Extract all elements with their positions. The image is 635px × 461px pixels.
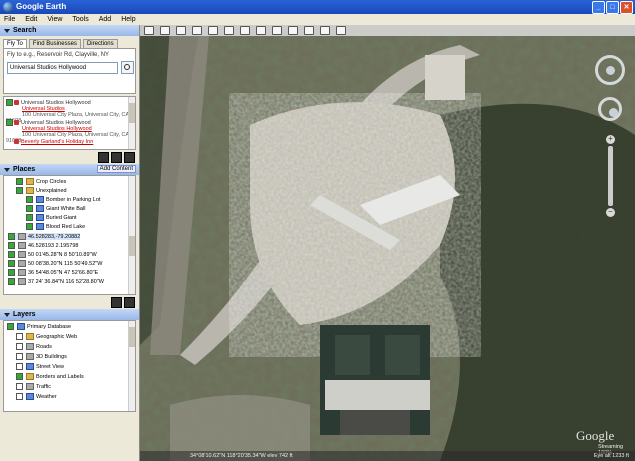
title-bar: Google Earth _ □ ✕ [0, 0, 635, 14]
record-tour-button[interactable] [224, 26, 234, 35]
tab-fly-to[interactable]: Fly To [3, 39, 27, 48]
layer-item[interactable]: Weather [16, 393, 57, 400]
sky-button[interactable] [272, 26, 282, 35]
fly-to-pane: Fly to e.g., Reservoir Rd, Clayville, NY… [3, 48, 136, 94]
pin-icon [14, 120, 19, 125]
zoom-slider[interactable] [608, 146, 613, 206]
add-path-button[interactable] [192, 26, 202, 35]
print-button[interactable] [320, 26, 330, 35]
places-item[interactable]: 37 24' 36.84"N 116 52'28.80"W [8, 278, 104, 285]
pin-icon [14, 139, 19, 145]
layer-item[interactable]: Geographic Web [16, 333, 77, 340]
toggle-sidebar-button[interactable] [144, 26, 154, 35]
collapse-triangle-icon [4, 167, 10, 172]
close-button[interactable]: ✕ [620, 1, 633, 14]
places-item[interactable]: 36 54'48.05"N 47 52'66.80"E [8, 269, 98, 276]
sidebar: Search Fly To Find Businesses Directions… [0, 25, 140, 461]
view-in-maps-button[interactable] [336, 26, 346, 35]
close-results-button[interactable] [124, 152, 135, 163]
results-scrollbar[interactable] [128, 97, 135, 149]
places-tree: Crop Circles Unexplained Bomber in Parki… [3, 175, 136, 295]
layers-scrollbar[interactable] [128, 321, 135, 411]
places-item[interactable]: Crop Circles [16, 178, 66, 185]
menu-add[interactable]: Add [99, 16, 111, 23]
copy-results-button[interactable] [111, 152, 122, 163]
maximize-button[interactable]: □ [606, 1, 619, 14]
search-result[interactable]: Beverly Garland's Holiday Inn [6, 139, 93, 145]
search-controls [0, 150, 139, 164]
add-polygon-button[interactable] [176, 26, 186, 35]
google-watermark: Google [576, 428, 615, 443]
pin-icon [14, 100, 19, 105]
places-panel-title: Places [13, 166, 36, 173]
status-coordinates: 34°08'10.62"N 118°20'35.34"W elev 742 ft [190, 453, 293, 459]
layer-item[interactable]: Roads [16, 343, 52, 350]
layers-panel-title: Layers [13, 311, 36, 318]
layer-item[interactable]: Primary Database [7, 323, 71, 330]
layers-panel-header[interactable]: Layers [0, 309, 139, 320]
sunlight-button[interactable] [256, 26, 266, 35]
menu-edit[interactable]: Edit [25, 16, 37, 23]
result-link[interactable]: Beverly Garland's Holiday Inn [21, 139, 93, 145]
result-checkbox[interactable] [6, 99, 13, 106]
zoom-in-button[interactable]: + [606, 135, 615, 144]
status-bar: 34°08'10.62"N 118°20'35.34"W elev 742 ft… [140, 451, 635, 461]
places-item[interactable]: 46.528193 2.195798 [8, 242, 78, 249]
look-joystick[interactable] [595, 55, 625, 85]
eye-altitude: Eye alt 1233 ft [593, 453, 629, 459]
search-panel-header[interactable]: Search [0, 25, 139, 36]
places-controls [0, 295, 139, 309]
search-panel-title: Search [13, 27, 37, 34]
tour-button[interactable] [111, 297, 122, 308]
minimize-button[interactable]: _ [592, 1, 605, 14]
zoom-out-button[interactable]: − [606, 208, 615, 217]
tab-directions[interactable]: Directions [82, 39, 118, 48]
delete-results-button[interactable] [98, 152, 109, 163]
layer-item[interactable]: Borders and Labels [16, 373, 84, 380]
places-item[interactable]: Unexplained [16, 187, 67, 194]
search-results: Universal Studios Hollywood Universal St… [3, 96, 136, 150]
email-button[interactable] [304, 26, 314, 35]
places-scrollbar[interactable] [128, 176, 135, 294]
places-panel-header[interactable]: Places Add Content [0, 164, 139, 175]
menu-help[interactable]: Help [121, 16, 135, 23]
layers-tree: Primary Database Geographic Web Roads 3D… [3, 320, 136, 412]
move-joystick[interactable] [598, 97, 622, 121]
earth-view[interactable]: + − [140, 25, 635, 461]
add-content-button[interactable]: Add Content [96, 165, 136, 173]
menu-view[interactable]: View [47, 16, 62, 23]
play-button[interactable] [124, 297, 135, 308]
collapse-triangle-icon [4, 312, 10, 317]
menu-file[interactable]: File [4, 16, 15, 23]
layer-item[interactable]: 3D Buildings [16, 353, 67, 360]
layer-item[interactable]: Street View [16, 363, 64, 370]
places-item[interactable]: Blood Red Lake [26, 223, 85, 230]
search-tabs: Fly To Find Businesses Directions [0, 36, 139, 48]
satellite-imagery [140, 25, 635, 461]
fly-to-hint: Fly to e.g., Reservoir Rd, Clayville, NY [7, 52, 110, 58]
search-input[interactable]: Universal Studios Hollywood [7, 62, 118, 74]
places-item[interactable]: Buried Giant [26, 214, 77, 221]
places-item[interactable]: Bomber in Parking Lot [26, 196, 100, 203]
places-item[interactable]: 50 08'38.20"N 115 50'49.52"W [8, 260, 102, 267]
collapse-triangle-icon [4, 28, 10, 33]
ruler-button[interactable] [288, 26, 298, 35]
menu-bar: File Edit View Tools Add Help [0, 14, 635, 25]
tab-find-businesses[interactable]: Find Businesses [28, 39, 81, 48]
menu-tools[interactable]: Tools [72, 16, 88, 23]
add-overlay-button[interactable] [208, 26, 218, 35]
window-controls: _ □ ✕ [592, 1, 633, 14]
layer-item[interactable]: Traffic [16, 383, 51, 390]
map-toolbar [140, 25, 635, 36]
search-go-button[interactable] [121, 61, 134, 74]
result-checkbox[interactable] [6, 119, 13, 126]
places-item[interactable]: Giant White Ball [26, 205, 85, 212]
places-item[interactable]: 46.528283,-79.20882 [8, 233, 81, 240]
historical-imagery-button[interactable] [240, 26, 250, 35]
google-earth-icon [3, 2, 13, 12]
window-title: Google Earth [16, 2, 67, 11]
add-placemark-button[interactable] [160, 26, 170, 35]
places-item[interactable]: 50 01'45.28"N 8 50'10.89"W [8, 251, 97, 258]
